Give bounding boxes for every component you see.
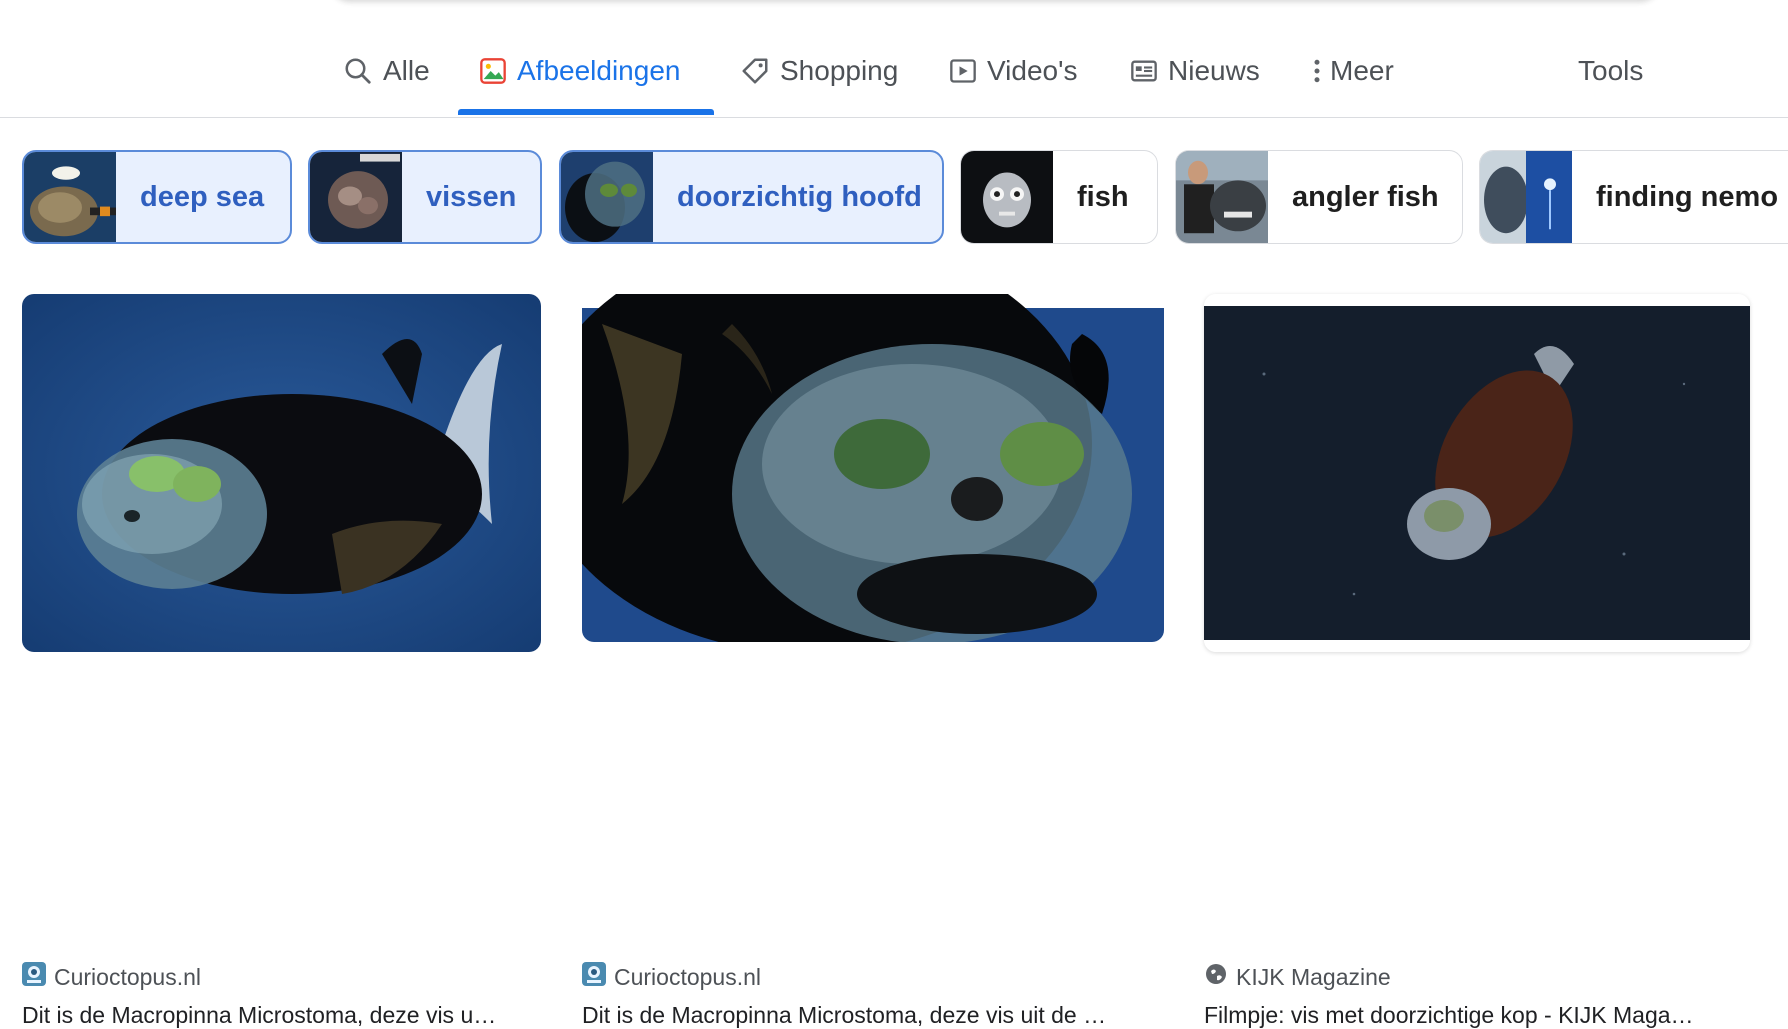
chip-thumbnail (1176, 151, 1268, 243)
chip-thumbnail (24, 152, 116, 242)
result-image[interactable] (1204, 294, 1750, 652)
tab-shopping-label: Shopping (780, 55, 899, 86)
tab-all[interactable]: Alle (343, 46, 430, 96)
result-title[interactable]: Filmpje: vis met doorzichtige kop - KIJK… (1204, 1002, 1750, 1029)
image-icon (479, 57, 507, 85)
tab-news-label: Nieuws (1168, 55, 1260, 86)
curioctopus-favicon (22, 962, 46, 992)
chip-finding-nemo[interactable]: finding nemo (1479, 150, 1788, 244)
tab-all-label: Alle (383, 55, 430, 86)
tab-more-label: Meer (1330, 55, 1394, 86)
newspaper-icon (1130, 57, 1158, 85)
chip-label: angler fish (1292, 180, 1439, 213)
search-icon (343, 56, 373, 86)
chip-vissen[interactable]: vissen (308, 150, 542, 244)
tab-shopping[interactable]: Shopping (740, 46, 898, 96)
tab-news[interactable]: Nieuws (1130, 46, 1260, 96)
chip-thumbnail (561, 152, 653, 242)
result-title[interactable]: Dit is de Macropinna Microstoma, deze vi… (582, 1002, 1164, 1029)
source-name: Curioctopus.nl (54, 963, 202, 990)
tab-images[interactable]: Afbeeldingen (479, 46, 680, 96)
chip-deep-sea[interactable]: deep sea (22, 150, 292, 244)
chip-thumbnail (310, 152, 402, 242)
tag-icon (740, 56, 770, 86)
result-source[interactable]: Curioctopus.nl (22, 962, 201, 992)
chip-doorzichtig-hoofd[interactable]: doorzichtig hoofd (559, 150, 944, 244)
curioctopus-favicon (582, 962, 606, 992)
globe-icon (1204, 962, 1228, 992)
tools-label: Tools (1578, 55, 1644, 86)
chip-label: finding nemo (1596, 180, 1779, 213)
result-image[interactable] (22, 294, 541, 652)
chip-label: fish (1077, 180, 1129, 213)
active-tab-indicator (458, 109, 714, 115)
tab-videos-label: Video's (987, 55, 1078, 86)
chip-thumbnail (961, 151, 1053, 243)
tab-more[interactable]: Meer (1310, 46, 1394, 96)
play-icon (949, 57, 977, 85)
source-name: Curioctopus.nl (614, 963, 762, 990)
tab-images-label: Afbeeldingen (517, 55, 681, 86)
chip-fish[interactable]: fish (960, 150, 1158, 244)
more-vert-icon (1310, 56, 1324, 86)
chip-label: doorzichtig hoofd (677, 180, 922, 213)
tools-button[interactable]: Tools (1578, 46, 1643, 96)
chip-label: vissen (426, 180, 517, 213)
result-image[interactable] (582, 294, 1164, 642)
chip-thumbnail (1480, 151, 1572, 243)
chip-angler-fish[interactable]: angler fish (1175, 150, 1463, 244)
result-source[interactable]: KIJK Magazine (1204, 962, 1391, 992)
chip-label: deep sea (140, 180, 265, 213)
search-tabs-bar: Alle Afbeeldingen Shopping Video's Nieuw… (0, 0, 1788, 118)
result-title[interactable]: Dit is de Macropinna Microstoma, deze vi… (22, 1002, 541, 1029)
source-name: KIJK Magazine (1236, 963, 1391, 990)
tab-videos[interactable]: Video's (949, 46, 1077, 96)
result-source[interactable]: Curioctopus.nl (582, 962, 761, 992)
